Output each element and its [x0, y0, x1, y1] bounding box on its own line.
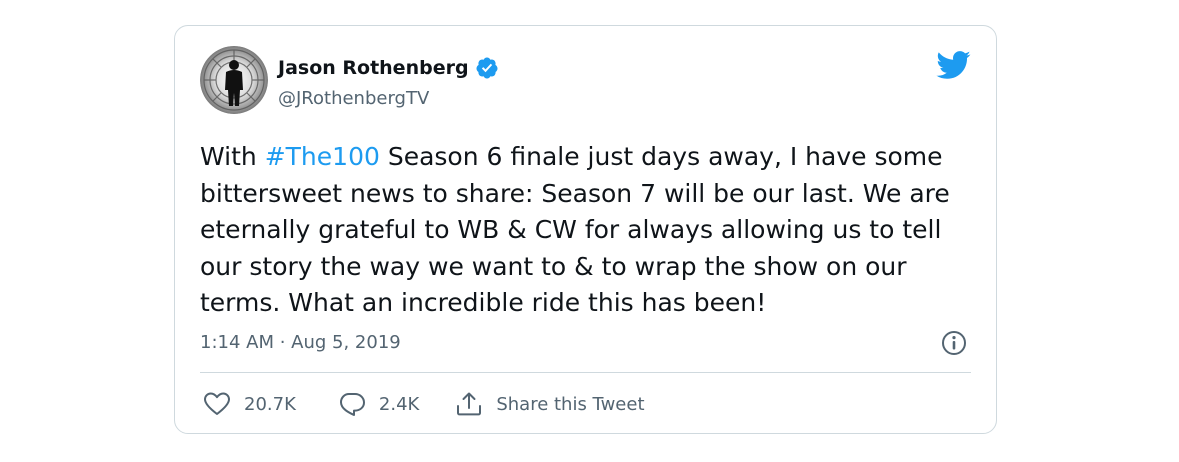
tweet-text: With #The100 Season 6 finale just days a… [200, 139, 980, 322]
avatar[interactable] [200, 46, 268, 114]
verified-badge-icon [476, 57, 498, 79]
share-button[interactable]: Share this Tweet [455, 391, 645, 417]
twitter-bird-icon[interactable] [935, 50, 971, 80]
tweet-timestamp[interactable]: 1:14 AM · Aug 5, 2019 [200, 329, 401, 357]
action-bar: 20.7K 2.4K Share this Tweet [203, 389, 645, 419]
like-button[interactable]: 20.7K [203, 391, 296, 417]
tweet-card[interactable]: Jason Rothenberg @JRothenbergTV With #Th… [174, 25, 997, 434]
reply-count: 2.4K [378, 393, 420, 415]
tweet-text-start: With [200, 142, 265, 171]
info-icon[interactable] [940, 329, 968, 357]
author-handle[interactable]: @JRothenbergTV [278, 86, 429, 112]
avatar-image [200, 46, 268, 114]
heart-icon [204, 392, 230, 415]
like-count: 20.7K [244, 393, 296, 415]
share-label: Share this Tweet [496, 393, 645, 415]
author-name-text[interactable]: Jason Rothenberg [278, 54, 469, 82]
divider [200, 372, 971, 373]
hashtag-link[interactable]: #The100 [265, 142, 380, 171]
author-name[interactable]: Jason Rothenberg [278, 54, 499, 82]
reply-button[interactable]: 2.4K [338, 391, 419, 417]
reply-bubble-icon [339, 393, 365, 416]
share-icon [457, 392, 482, 416]
